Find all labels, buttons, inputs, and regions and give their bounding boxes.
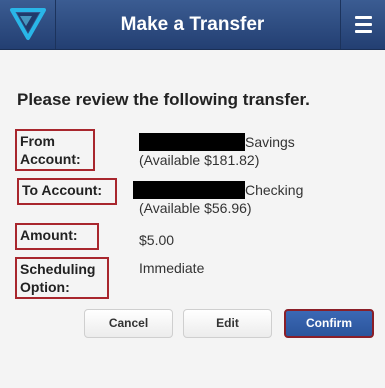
main-content: Please review the following transfer. Fr…	[0, 50, 385, 388]
transfer-review-page: Make a Transfer Please review the follow…	[0, 0, 385, 388]
confirm-button[interactable]: Confirm	[284, 309, 374, 338]
app-header: Make a Transfer	[0, 0, 385, 50]
logo-button[interactable]	[0, 0, 56, 49]
cancel-button[interactable]: Cancel	[84, 309, 173, 338]
scheduling-option-label: Scheduling Option:	[15, 257, 109, 299]
review-heading: Please review the following transfer.	[17, 90, 310, 109]
amount-label: Amount:	[15, 223, 99, 250]
page-title: Make a Transfer	[120, 14, 265, 35]
to-available-balance: (Available $56.96)	[139, 200, 252, 216]
logo-icon	[10, 8, 46, 40]
to-account-label: To Account:	[17, 178, 117, 205]
edit-button[interactable]: Edit	[183, 309, 272, 338]
redacted-account-number	[139, 133, 245, 151]
to-account-value: Checking (Available $56.96)	[133, 181, 303, 217]
scheduling-option-value: Immediate	[139, 260, 205, 276]
amount-value: $5.00	[139, 232, 175, 248]
redacted-account-number	[133, 181, 245, 199]
to-account-type: Checking	[245, 182, 304, 198]
from-available-balance: (Available $181.82)	[139, 152, 260, 168]
menu-button[interactable]	[340, 0, 385, 49]
from-account-label: From Account:	[15, 129, 95, 171]
from-account-value: Savings (Available $181.82)	[139, 133, 295, 169]
from-account-type: Savings	[245, 134, 295, 150]
